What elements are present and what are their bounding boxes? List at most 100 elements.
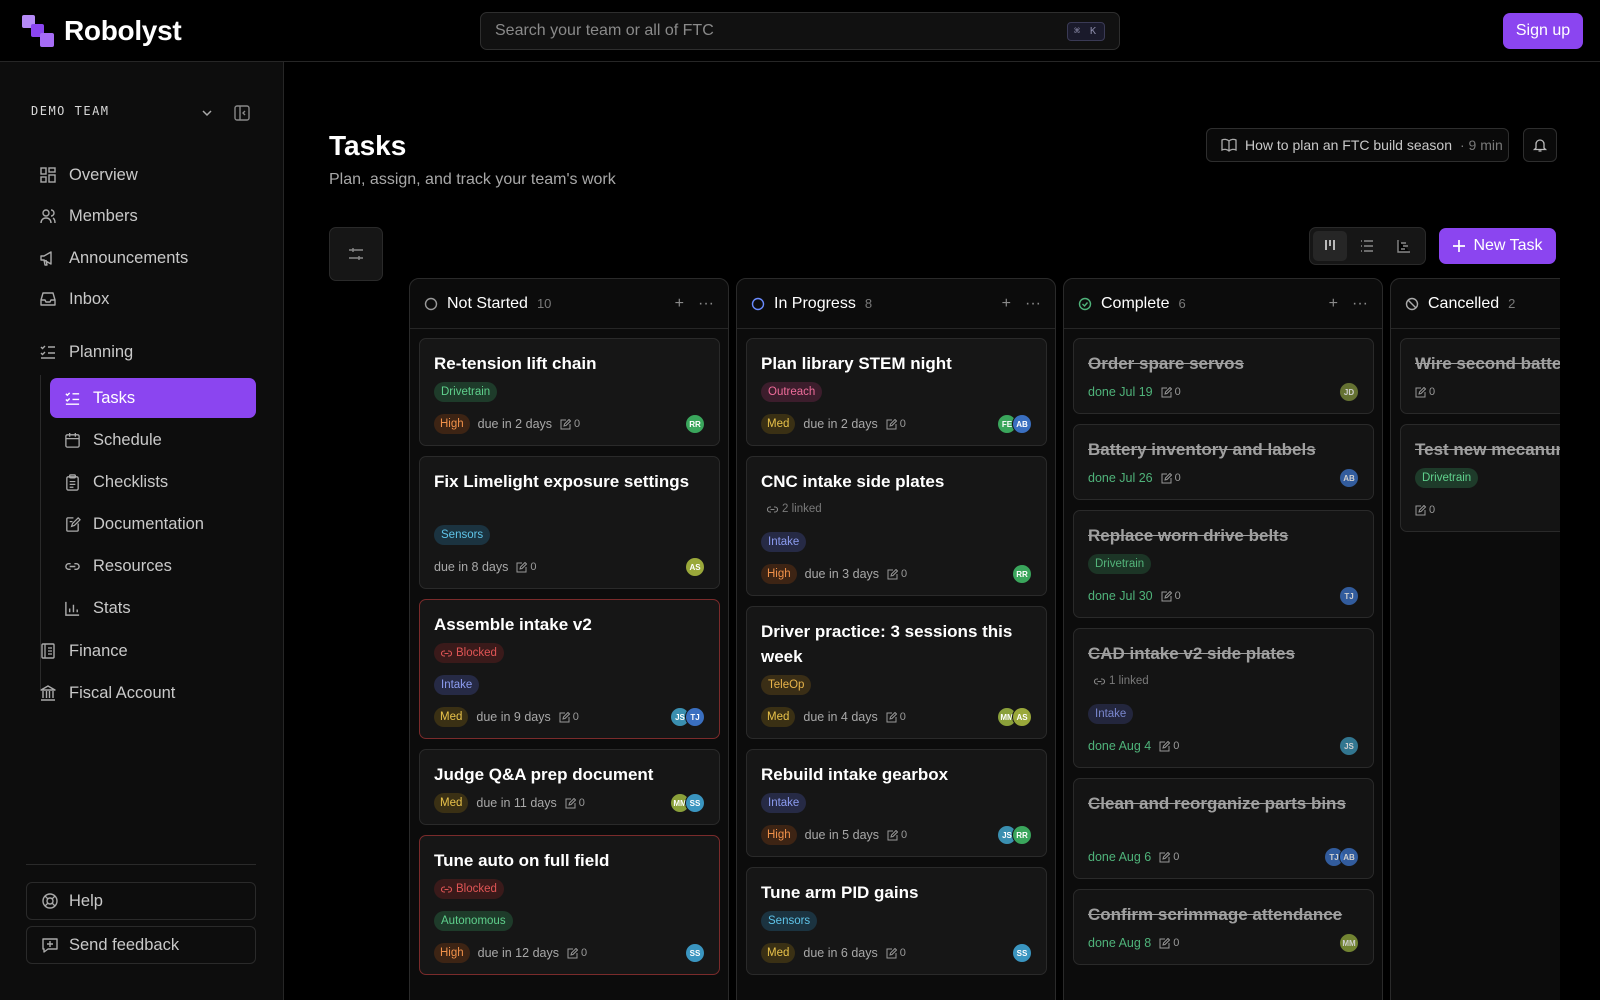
task-card[interactable]: Wire second battery gauge 0 bbox=[1400, 338, 1560, 414]
new-task-label: New Task bbox=[1473, 237, 1543, 254]
avatar[interactable]: AS bbox=[1012, 707, 1032, 727]
comment-count[interactable]: 0 bbox=[887, 568, 907, 580]
comment-count[interactable]: 0 bbox=[1415, 386, 1435, 398]
task-card[interactable]: Rebuild intake gearbox Intake High due in 5… bbox=[746, 749, 1047, 857]
comment-count[interactable]: 0 bbox=[1161, 590, 1181, 602]
plus-icon bbox=[1453, 240, 1466, 252]
more-options-icon[interactable]: ··· bbox=[698, 295, 714, 313]
timeline-view-button[interactable] bbox=[1387, 231, 1421, 261]
tag-sensors: Sensors bbox=[434, 525, 491, 545]
signup-button[interactable]: Sign up bbox=[1503, 13, 1583, 49]
search-bar[interactable]: ⌘ K bbox=[480, 12, 1120, 50]
task-card[interactable]: CAD intake v2 side plates 1 linked Intake d… bbox=[1073, 628, 1374, 768]
new-task-button[interactable]: New Task bbox=[1439, 228, 1556, 264]
chevron-down-icon[interactable] bbox=[200, 106, 214, 120]
add-card-icon[interactable]: + bbox=[1329, 295, 1338, 313]
avatar[interactable]: AB bbox=[1339, 468, 1359, 488]
task-card[interactable]: Judge Q&A prep document Med due in 11 days… bbox=[419, 749, 720, 825]
comment-count[interactable]: 0 bbox=[1415, 504, 1435, 516]
sidebar-item-schedule[interactable]: Schedule bbox=[50, 420, 256, 460]
comment-edit-icon bbox=[560, 418, 572, 429]
guide-link[interactable]: How to plan an FTC build season · 9 min bbox=[1206, 128, 1509, 162]
logo[interactable]: Robolyst bbox=[22, 15, 182, 47]
task-card[interactable]: Assemble intake v2 Blocked Intake Med due in… bbox=[419, 599, 720, 739]
task-card[interactable]: Order spare servos done Jul 19 0 JD bbox=[1073, 338, 1374, 414]
task-card[interactable]: Confirm scrimmage attendance done Aug 8 0 M… bbox=[1073, 889, 1374, 965]
task-card[interactable]: Tune auto on full field Blocked Autonomous… bbox=[419, 835, 720, 975]
task-card[interactable]: Fix Limelight exposure settings Sensors du… bbox=[419, 456, 720, 589]
team-name[interactable]: DEMO TEAM bbox=[31, 104, 110, 118]
sidebar-item-fiscal-account[interactable]: Fiscal Account bbox=[39, 673, 175, 713]
task-card[interactable]: Tune arm PID gains Sensors Med due in 6 day… bbox=[746, 867, 1047, 975]
comment-count[interactable]: 0 bbox=[560, 418, 580, 430]
comment-count[interactable]: 0 bbox=[559, 711, 579, 723]
task-meta: Med due in 9 days 0 bbox=[434, 707, 579, 727]
comment-count[interactable]: 0 bbox=[1159, 851, 1179, 863]
task-card[interactable]: Plan library STEM night Outreach Med due in… bbox=[746, 338, 1047, 446]
sidebar-item-finance[interactable]: Finance bbox=[39, 631, 128, 671]
avatar[interactable]: SS bbox=[685, 943, 705, 963]
comment-count[interactable]: 0 bbox=[886, 418, 906, 430]
sidebar-item-stats[interactable]: Stats bbox=[50, 588, 256, 628]
sidebar-item-planning[interactable]: Planning bbox=[39, 332, 133, 372]
avatar[interactable]: RR bbox=[685, 414, 705, 434]
task-card[interactable]: CNC intake side plates 2 linked Intake High… bbox=[746, 456, 1047, 596]
sidebar-item-members[interactable]: Members bbox=[39, 196, 138, 236]
comment-count[interactable]: 0 bbox=[1159, 937, 1179, 949]
status-in-progress-icon bbox=[751, 297, 765, 310]
help-button[interactable]: Help bbox=[26, 882, 256, 920]
avatar[interactable]: AB bbox=[1339, 847, 1359, 867]
avatar[interactable]: TJ bbox=[1339, 586, 1359, 606]
send-feedback-button[interactable]: Send feedback bbox=[26, 926, 256, 964]
board-view-button[interactable] bbox=[1313, 231, 1347, 261]
search-input[interactable] bbox=[495, 22, 1067, 40]
comment-count[interactable]: 0 bbox=[565, 797, 585, 809]
task-card[interactable]: Replace worn drive belts Drivetrain done J… bbox=[1073, 510, 1374, 618]
task-card[interactable]: Test new mecanum wheels Drivetrain 0 bbox=[1400, 424, 1560, 532]
avatar[interactable]: RR bbox=[1012, 825, 1032, 845]
sidebar-item-resources[interactable]: Resources bbox=[50, 546, 256, 586]
list-view-button[interactable] bbox=[1350, 231, 1384, 261]
sidebar-item-label: Announcements bbox=[69, 248, 189, 267]
sidebar-item-tasks[interactable]: Tasks bbox=[50, 378, 256, 418]
notifications-button[interactable] bbox=[1523, 128, 1557, 162]
linked-count: 1 linked bbox=[1094, 675, 1149, 687]
sidebar-collapse-icon[interactable] bbox=[233, 104, 251, 122]
task-card[interactable]: Re-tension lift chain Drivetrain High due i… bbox=[419, 338, 720, 446]
sidebar-item-announcements[interactable]: Announcements bbox=[39, 238, 188, 278]
filter-button[interactable] bbox=[329, 227, 383, 281]
task-card[interactable]: Battery inventory and labels done Jul 26 0… bbox=[1073, 424, 1374, 500]
avatar[interactable]: MM bbox=[1339, 933, 1359, 953]
comment-count[interactable]: 0 bbox=[1161, 472, 1181, 484]
avatar[interactable]: AB bbox=[1012, 414, 1032, 434]
avatar[interactable]: JD bbox=[1339, 382, 1359, 402]
avatar[interactable]: JS bbox=[1339, 736, 1359, 756]
comment-count[interactable]: 0 bbox=[1161, 386, 1181, 398]
status-not-started-icon bbox=[424, 297, 438, 310]
comment-count[interactable]: 0 bbox=[886, 711, 906, 723]
avatar[interactable]: SS bbox=[1012, 943, 1032, 963]
task-card[interactable]: Driver practice: 3 sessions this week Tel… bbox=[746, 606, 1047, 739]
gantt-icon bbox=[1397, 240, 1410, 253]
sidebar-item-checklists[interactable]: Checklists bbox=[50, 462, 256, 502]
status-cancelled-icon bbox=[1405, 297, 1419, 310]
avatar[interactable]: SS bbox=[685, 793, 705, 813]
sidebar-item-documentation[interactable]: Documentation bbox=[50, 504, 256, 544]
add-card-icon[interactable]: + bbox=[1002, 295, 1011, 313]
comment-count[interactable]: 0 bbox=[887, 829, 907, 841]
task-card[interactable]: Clean and reorganize parts bins done Aug … bbox=[1073, 778, 1374, 879]
page-subtitle: Plan, assign, and track your team's work bbox=[329, 171, 616, 188]
sidebar-item-inbox[interactable]: Inbox bbox=[39, 279, 109, 319]
add-card-icon[interactable]: + bbox=[675, 295, 684, 313]
avatar[interactable]: AS bbox=[685, 557, 705, 577]
sidebar-item-overview[interactable]: Overview bbox=[39, 155, 138, 195]
more-options-icon[interactable]: ··· bbox=[1352, 295, 1368, 313]
comment-count[interactable]: 0 bbox=[516, 561, 536, 573]
comment-count[interactable]: 0 bbox=[567, 947, 587, 959]
comment-count[interactable]: 0 bbox=[886, 947, 906, 959]
more-options-icon[interactable]: ··· bbox=[1025, 295, 1041, 313]
avatar[interactable]: TJ bbox=[685, 707, 705, 727]
task-meta: High due in 2 days 0 bbox=[434, 414, 580, 434]
avatar[interactable]: RR bbox=[1012, 564, 1032, 584]
comment-count[interactable]: 0 bbox=[1159, 740, 1179, 752]
